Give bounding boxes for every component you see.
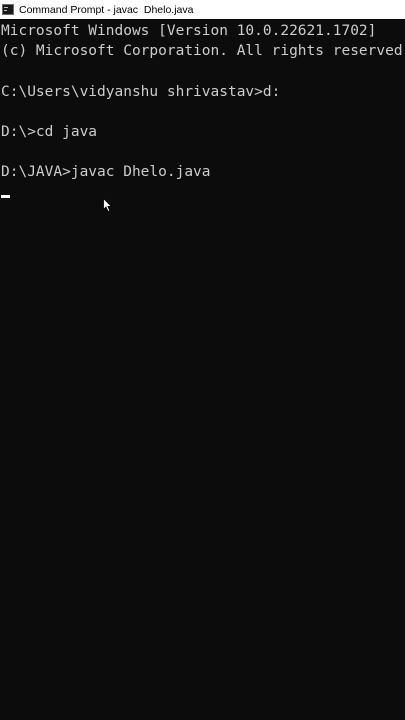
command-prompt-window: Command Prompt - javac Dhelo.java Micros… <box>0 0 405 720</box>
console-line-command-cd: D:\>cd java <box>1 123 98 140</box>
console-line-copyright: (c) Microsoft Corporation. All rights re… <box>1 43 405 60</box>
window-title: Command Prompt - javac Dhelo.java <box>19 3 194 16</box>
cmd-console-icon <box>2 4 14 15</box>
title-bar[interactable]: Command Prompt - javac Dhelo.java <box>0 0 405 19</box>
console-line-command-javac: D:\JAVA>javac Dhelo.java <box>1 164 211 181</box>
text-cursor <box>1 195 10 198</box>
console-line-version: Microsoft Windows [Version 10.0.22621.17… <box>1 23 377 39</box>
console-output[interactable]: Microsoft Windows [Version 10.0.22621.17… <box>1 21 405 720</box>
console-line-command-drive: C:\Users\vidyanshu shrivastav>d: <box>1 83 281 100</box>
mouse-pointer-icon <box>103 198 113 213</box>
